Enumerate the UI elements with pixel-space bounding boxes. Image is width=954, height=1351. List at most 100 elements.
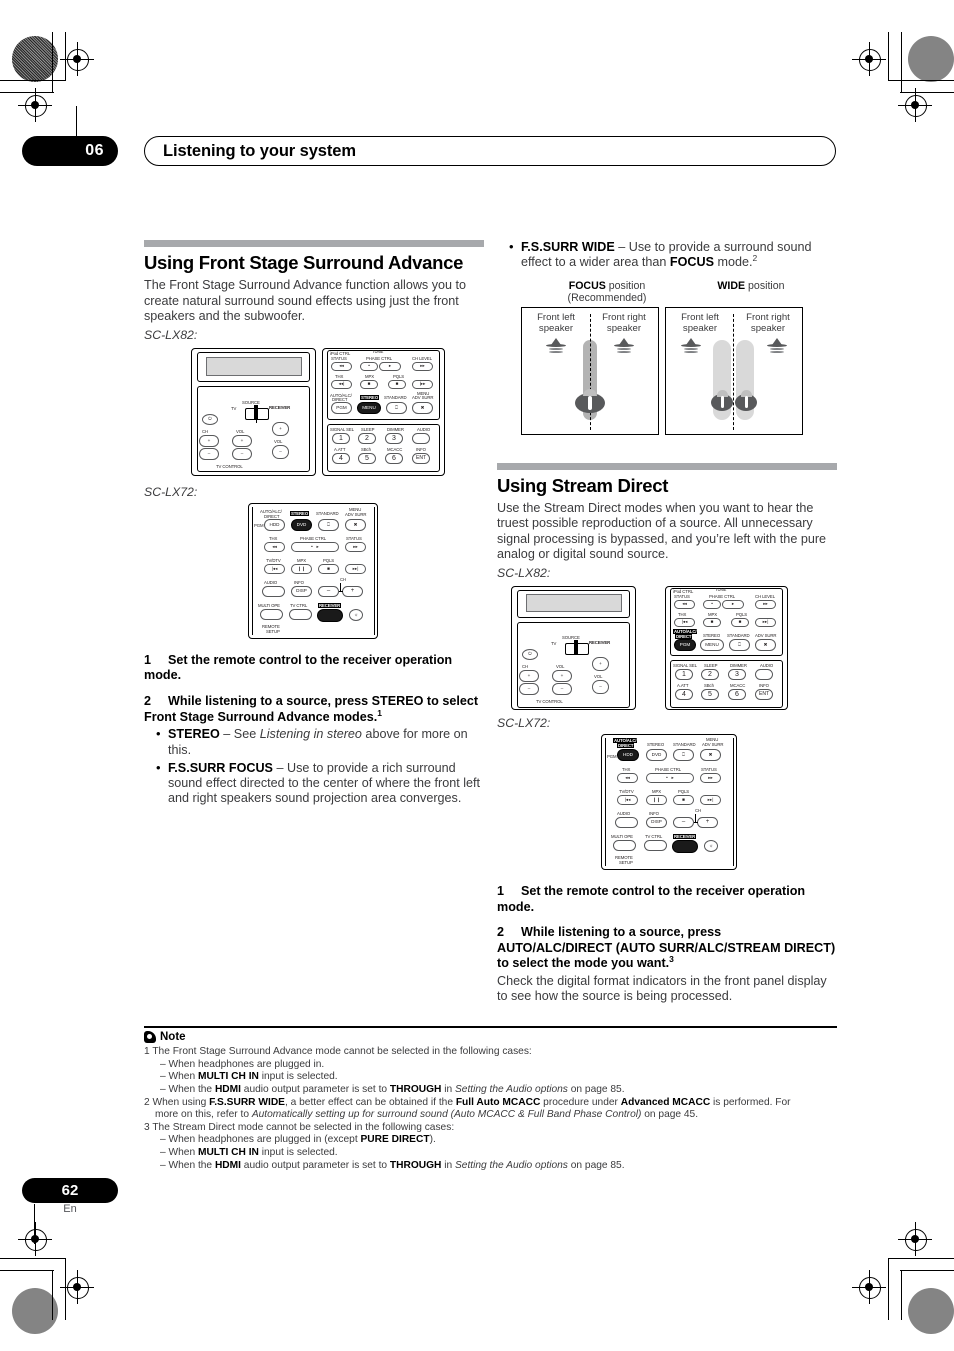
numeric-6-button[interactable]: 6 (385, 452, 403, 464)
remote72-audio-button[interactable] (262, 585, 285, 597)
remote72-ch-minus-button[interactable]: – (318, 585, 339, 597)
remote72-ch-minus-button-sd[interactable]: – (673, 816, 694, 828)
remote72-receiver-button-sd[interactable] (672, 839, 698, 853)
remote72-next-button[interactable]: ▸▸| (345, 563, 366, 574)
remote72-status-button-sd[interactable]: ▸▸ (700, 772, 721, 783)
power-button[interactable]: ⏻ (202, 413, 218, 425)
enter-button-sd[interactable]: ENT (755, 688, 773, 700)
remote72-mpx-button-sd[interactable]: ❙❙ (646, 794, 667, 805)
numeric-4-button-sd[interactable]: 4 (675, 688, 693, 700)
remote72-tv-ctrl-button[interactable] (289, 608, 312, 620)
numeric-6-button-sd[interactable]: 6 (728, 688, 746, 700)
remote72-receiver-button[interactable] (317, 608, 343, 622)
phase-ctrl-minus-button[interactable]: • (360, 361, 378, 371)
stereo-button[interactable]: MENU (357, 401, 381, 414)
vol-up-button[interactable]: + (232, 434, 252, 447)
ch-level-ff-button-sd[interactable]: ▸▸ (755, 599, 776, 609)
remote72-tv-dtv-button-sd[interactable]: |◂◂ (617, 794, 638, 805)
remote72-phase-ctrl-button[interactable]: • ▸ (291, 541, 339, 552)
thx-prev-button[interactable]: ◂◂| (331, 379, 352, 389)
master-volume-down-button-sd[interactable]: – (592, 679, 609, 694)
mpx-stop-button-sd[interactable]: ■ (703, 617, 721, 627)
numeric-1-button[interactable]: 1 (332, 432, 350, 444)
phase-ctrl-play-button-sd[interactable]: ▸ (722, 599, 744, 609)
standard-button[interactable]: ⎕ (386, 401, 407, 414)
standard-button-sd[interactable]: ⎕ (729, 638, 750, 651)
master-volume-up-button-sd[interactable]: + (592, 656, 609, 671)
remote72-ch-plus-button[interactable]: + (342, 585, 363, 597)
ch-down-button-sd[interactable]: – (519, 682, 539, 695)
auto-alc-direct-button-sd[interactable]: PGM (674, 638, 696, 651)
numeric-5-button[interactable]: 5 (358, 452, 376, 464)
adv-surr-button[interactable]: ✖ (412, 401, 433, 414)
numeric-4-button[interactable]: 4 (332, 452, 350, 464)
remote72-tv-ctrl-button-sd[interactable] (644, 839, 667, 851)
remote72-status-button[interactable]: ▸▸ (345, 541, 366, 552)
remote72-hdd-button[interactable]: HDD (264, 518, 285, 531)
status-rew-button[interactable]: ◂◂ (331, 361, 352, 371)
numeric-5-button-sd[interactable]: 5 (701, 688, 719, 700)
thx-prev-button-sd[interactable]: |◂◂ (674, 617, 695, 627)
audio-button[interactable] (412, 432, 430, 444)
remote72-mpx-button[interactable]: ❙❙ (291, 563, 312, 574)
source-selector-knob[interactable] (254, 404, 258, 419)
note-heading-text: Note (160, 1031, 186, 1044)
remote72-dvd-button-sd[interactable]: DVD (646, 748, 667, 761)
remote72-thx-button-sd[interactable]: ◂◂ (617, 772, 638, 783)
ch-level-ff-button[interactable]: ▸▸ (412, 361, 433, 371)
remote72-stereo-button[interactable]: DVD (291, 518, 312, 531)
remote72-disp-button-sd[interactable]: DISP (646, 816, 667, 828)
remote72-label-multi-ope: MULTI OPE (258, 602, 280, 608)
remote72-thx-button[interactable]: ◂◂ (264, 541, 285, 552)
stereo-button-sd[interactable]: MENU (700, 638, 724, 651)
enter-button[interactable]: ENT (412, 452, 430, 464)
status-rew-button-sd[interactable]: ◂◂ (674, 599, 695, 609)
remote72-disp-button[interactable]: DISP (291, 585, 312, 597)
phase-ctrl-minus-button-sd[interactable]: • (703, 599, 721, 609)
numeric-2-button[interactable]: 2 (358, 432, 376, 444)
numeric-3-button-sd[interactable]: 3 (728, 668, 746, 680)
ch-up-button-sd[interactable]: + (519, 669, 539, 682)
ch-down-button[interactable]: – (199, 447, 219, 460)
remote72-multi-ope-button[interactable] (260, 608, 283, 620)
numeric-3-button[interactable]: 3 (385, 432, 403, 444)
remote72-standard-button-sd[interactable]: ⎕ (673, 748, 694, 761)
remote72-pqls-button-sd[interactable]: ■ (673, 794, 694, 805)
vol-down-button[interactable]: – (232, 447, 252, 460)
wide-caption-rest: position (745, 279, 785, 292)
phase-ctrl-play-button[interactable]: ▸ (379, 361, 401, 371)
remote72-next-button-sd[interactable]: ▸▸| (700, 794, 721, 805)
remote72-tv-dtv-button[interactable]: |◂◂ (264, 563, 285, 574)
remote72-adv-surr-button-sd[interactable]: ✖ (700, 748, 721, 761)
numeric-1-button-sd[interactable]: 1 (675, 668, 693, 680)
remote72-light-button-sd[interactable]: ☼ (704, 839, 718, 852)
ch-up-button[interactable]: + (199, 434, 219, 447)
audio-button-sd[interactable] (755, 668, 773, 680)
remote72-phase-ctrl-button-sd[interactable]: • ▸ (646, 772, 694, 783)
power-button-sd[interactable]: ⏻ (522, 648, 538, 660)
source-selector-knob-sd[interactable] (574, 639, 578, 654)
adv-surr-button-sd[interactable]: ✖ (755, 638, 776, 651)
remote72-audio-button-sd[interactable] (615, 816, 638, 828)
numeric-2-button-sd[interactable]: 2 (701, 668, 719, 680)
mpx-stop-button[interactable]: ■ (360, 379, 378, 389)
pgm-button[interactable]: PGM (331, 401, 352, 414)
remote72-multi-ope-button-sd[interactable] (613, 839, 636, 851)
master-volume-down-button[interactable]: – (272, 444, 289, 459)
remote72-ch-plus-button-sd[interactable]: + (697, 816, 718, 828)
pqls-stop-button-sd[interactable]: ■ (731, 617, 749, 627)
vol-down-button-sd[interactable]: – (552, 682, 572, 695)
vol-up-button-sd[interactable]: + (552, 669, 572, 682)
next-button[interactable]: |▸▸ (412, 379, 433, 389)
remote72-label-info-sd: INFO (649, 810, 659, 816)
remote72-label-phase-ctrl: PHASE CTRL (300, 535, 326, 541)
remote72-adv-surr-button[interactable]: ✖ (345, 518, 366, 531)
remote72-standard-button[interactable]: ⎕ (318, 518, 339, 531)
remote72-pqls-button[interactable]: ■ (318, 563, 339, 574)
wide-front-right-label: Front right speaker (746, 311, 790, 334)
remote72-hdd-button-sd[interactable]: HDD (617, 748, 639, 761)
master-volume-up-button[interactable]: + (272, 421, 289, 436)
pqls-stop-button[interactable]: ■ (388, 379, 406, 389)
next-button-sd[interactable]: ▸▸| (755, 617, 776, 627)
remote72-light-button[interactable]: ☼ (349, 608, 363, 621)
